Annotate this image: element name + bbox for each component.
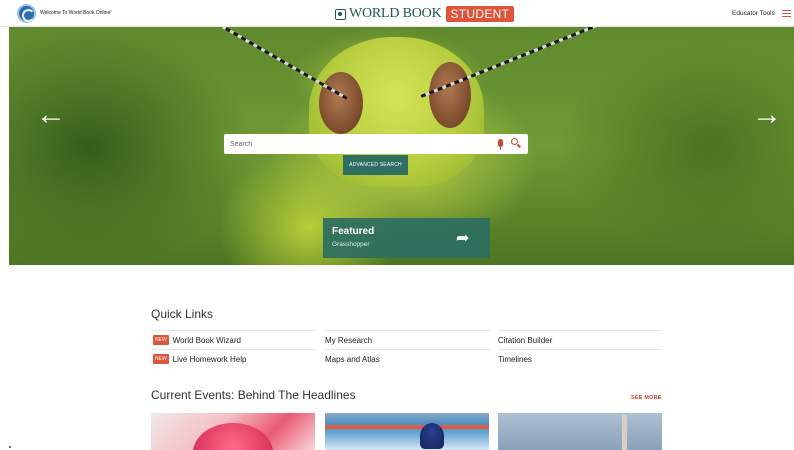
advanced-search-button[interactable]: ADVANCED SEARCH: [343, 155, 408, 175]
new-badge: NEW: [153, 354, 169, 364]
grasshopper-eye-right: [429, 62, 471, 128]
quick-link-label: My Research: [325, 335, 373, 345]
quick-links-title: Quick Links: [151, 307, 214, 321]
next-arrow-icon[interactable]: →: [752, 100, 782, 130]
search-bar: [224, 134, 528, 154]
featured-subtitle: Grasshopper: [332, 241, 370, 248]
current-event-thumbnail[interactable]: [151, 413, 315, 450]
share-arrow-icon[interactable]: ➦: [456, 228, 469, 248]
current-events-title: Current Events: Behind The Headlines: [151, 388, 356, 402]
brand-name: WORLD BOOK: [349, 6, 442, 21]
welcome-text: Welcome To World Book Online!: [40, 10, 112, 16]
quick-link-my-research[interactable]: My Research: [325, 330, 490, 349]
featured-title: Featured: [332, 226, 375, 237]
quick-link-timelines[interactable]: Timelines: [498, 349, 663, 368]
quick-link-label: Timelines: [498, 354, 532, 364]
brand-student-badge: STUDENT: [445, 6, 515, 22]
hamburger-menu-icon[interactable]: [782, 10, 791, 17]
quick-link-live-homework-help[interactable]: NEW Live Homework Help: [151, 349, 316, 368]
featured-card[interactable]: Featured Grasshopper ➦: [323, 218, 490, 258]
quick-link-world-book-wizard[interactable]: NEW World Book Wizard: [151, 330, 316, 349]
quick-link-label: World Book Wizard: [172, 335, 241, 345]
current-event-thumbnail[interactable]: [498, 413, 662, 450]
decorative-dot: [9, 446, 11, 448]
world-book-globe-icon[interactable]: [17, 4, 36, 23]
grasshopper-eye-left: [319, 72, 363, 134]
microphone-icon[interactable]: [498, 139, 503, 150]
new-badge: NEW: [153, 335, 169, 345]
educator-tools-link[interactable]: Educator Tools: [732, 10, 775, 17]
quick-link-citation-builder[interactable]: Citation Builder: [498, 330, 663, 349]
quick-link-maps-and-atlas[interactable]: Maps and Atlas: [325, 349, 490, 368]
quick-link-label: Maps and Atlas: [325, 354, 380, 364]
top-bar: Welcome To World Book Online! WORLD BOOK…: [0, 0, 794, 27]
see-more-link[interactable]: SEE MORE: [631, 395, 662, 401]
quick-link-label: Citation Builder: [498, 335, 553, 345]
previous-arrow-icon[interactable]: ←: [36, 100, 66, 130]
quick-link-label: Live Homework Help: [172, 354, 247, 364]
search-input[interactable]: [230, 137, 480, 151]
current-event-thumbnail[interactable]: [325, 413, 489, 450]
brand-logo[interactable]: WORLD BOOK STUDENT: [335, 5, 515, 23]
search-icon[interactable]: [511, 138, 518, 145]
brand-book-icon: [335, 8, 346, 20]
